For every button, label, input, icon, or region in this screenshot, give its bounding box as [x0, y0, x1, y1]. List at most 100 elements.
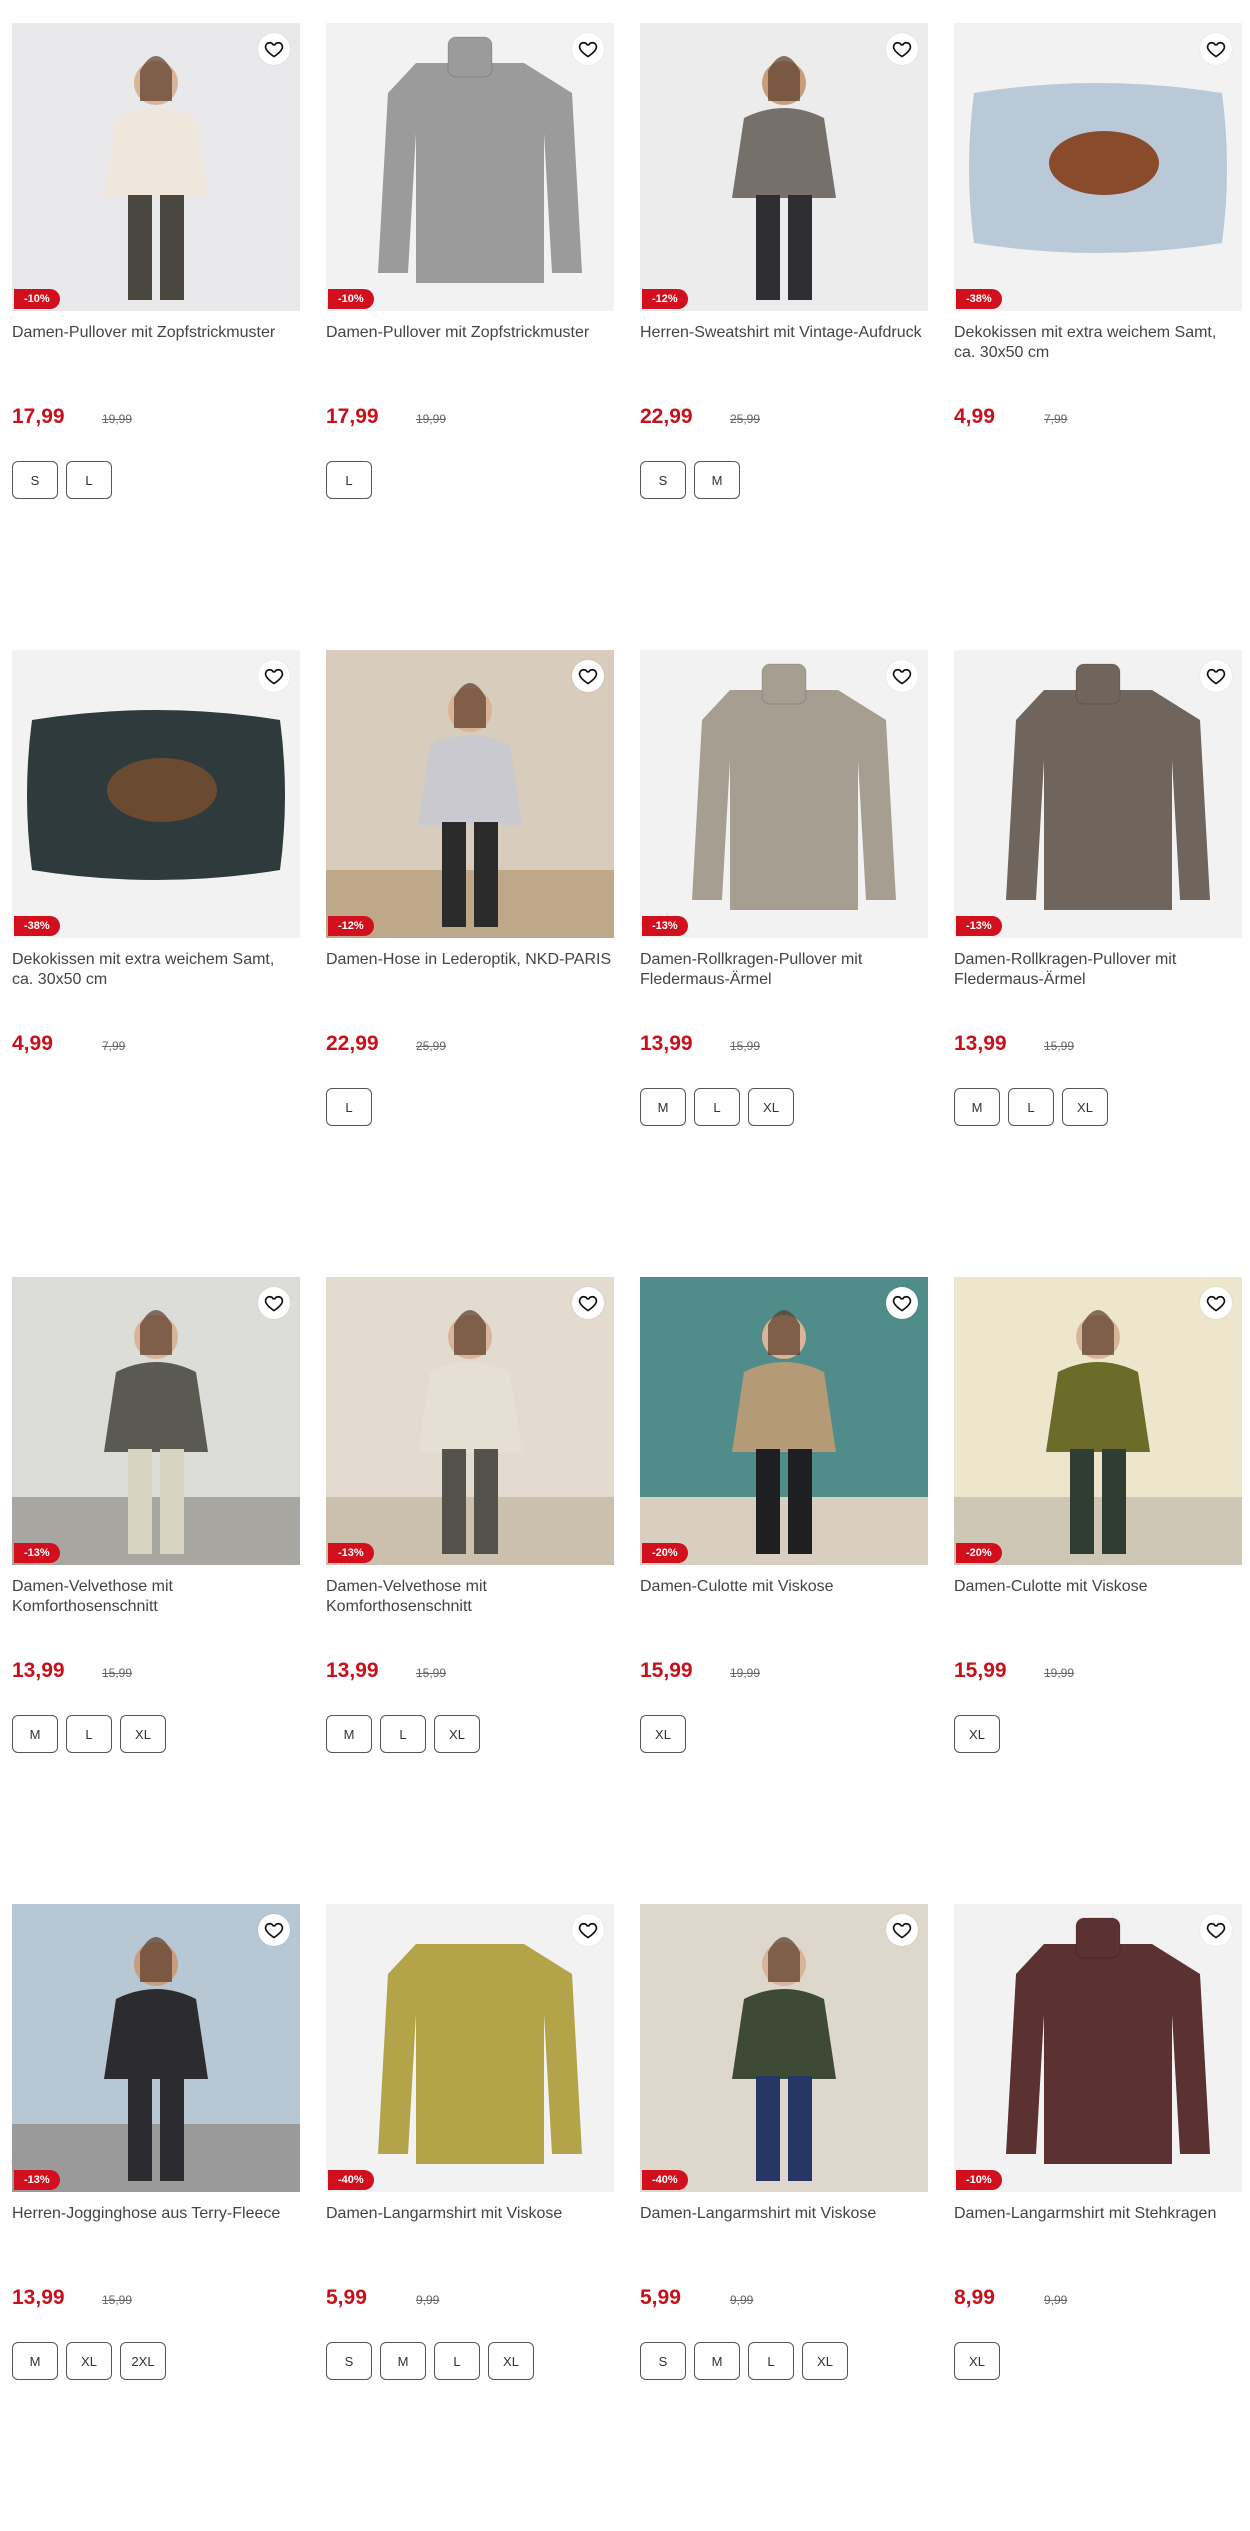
product-title[interactable]: Damen-Velvethose mit Komforthosenschnitt: [12, 1577, 300, 1617]
product-card[interactable]: -40% Damen-Langarmshirt mit Viskose 5,99…: [640, 1904, 928, 2531]
size-option-button[interactable]: XL: [120, 1715, 166, 1753]
wishlist-button[interactable]: [1200, 660, 1232, 692]
wishlist-button[interactable]: [1200, 1287, 1232, 1319]
wishlist-button[interactable]: [886, 1287, 918, 1319]
size-option-button[interactable]: XL: [748, 1088, 794, 1126]
product-image[interactable]: -13%: [954, 650, 1242, 938]
product-image[interactable]: -13%: [12, 1277, 300, 1565]
size-option-button[interactable]: M: [954, 1088, 1000, 1126]
product-title[interactable]: Damen-Culotte mit Viskose: [640, 1577, 928, 1617]
wishlist-button[interactable]: [572, 1914, 604, 1946]
product-image[interactable]: -40%: [326, 1904, 614, 2192]
wishlist-button[interactable]: [572, 660, 604, 692]
product-card[interactable]: -20% Damen-Culotte mit Viskose 15,99 19,…: [640, 1277, 928, 1904]
product-title[interactable]: Damen-Rollkragen-Pullover mit Fledermaus…: [954, 950, 1242, 990]
product-image[interactable]: -10%: [12, 23, 300, 311]
product-photo: [12, 650, 300, 938]
product-image[interactable]: -38%: [12, 650, 300, 938]
size-option-button[interactable]: XL: [954, 1715, 1000, 1753]
wishlist-button[interactable]: [258, 33, 290, 65]
product-title[interactable]: Dekokissen mit extra weichem Samt, ca. 3…: [954, 323, 1242, 363]
size-option-button[interactable]: XL: [488, 2342, 534, 2380]
wishlist-button[interactable]: [1200, 33, 1232, 65]
product-image[interactable]: -10%: [954, 1904, 1242, 2192]
product-title[interactable]: Damen-Pullover mit Zopfstrickmuster: [326, 323, 614, 363]
size-option-button[interactable]: XL: [1062, 1088, 1108, 1126]
size-option-button[interactable]: XL: [66, 2342, 112, 2380]
size-option-button[interactable]: S: [12, 461, 58, 499]
size-option-button[interactable]: M: [694, 2342, 740, 2380]
product-card[interactable]: -13% Damen-Rollkragen-Pullover mit Flede…: [954, 650, 1242, 1277]
size-option-button[interactable]: L: [694, 1088, 740, 1126]
product-card[interactable]: -40% Damen-Langarmshirt mit Viskose 5,99…: [326, 1904, 614, 2531]
wishlist-button[interactable]: [258, 1287, 290, 1319]
size-option-button[interactable]: XL: [802, 2342, 848, 2380]
wishlist-button[interactable]: [886, 1914, 918, 1946]
product-title[interactable]: Damen-Langarmshirt mit Viskose: [640, 2204, 928, 2244]
size-option-button[interactable]: L: [326, 461, 372, 499]
size-option-button[interactable]: XL: [434, 1715, 480, 1753]
product-card[interactable]: -12% Damen-Hose in Lederoptik, NKD-PARIS…: [326, 650, 614, 1277]
size-option-button[interactable]: L: [326, 1088, 372, 1126]
wishlist-button[interactable]: [258, 1914, 290, 1946]
wishlist-button[interactable]: [572, 1287, 604, 1319]
size-option-button[interactable]: L: [66, 1715, 112, 1753]
product-card[interactable]: -38% Dekokissen mit extra weichem Samt, …: [954, 23, 1242, 650]
product-card[interactable]: -10% Damen-Langarmshirt mit Stehkragen 8…: [954, 1904, 1242, 2531]
size-option-button[interactable]: M: [326, 1715, 372, 1753]
product-title[interactable]: Damen-Langarmshirt mit Viskose: [326, 2204, 614, 2244]
size-option-button[interactable]: L: [66, 461, 112, 499]
original-price: 25,99: [730, 412, 761, 426]
size-option-button[interactable]: L: [748, 2342, 794, 2380]
product-image[interactable]: -20%: [954, 1277, 1242, 1565]
product-photo: [326, 650, 614, 938]
product-card[interactable]: -10% Damen-Pullover mit Zopfstrickmuster…: [326, 23, 614, 650]
wishlist-button[interactable]: [886, 33, 918, 65]
product-image[interactable]: -13%: [640, 650, 928, 938]
product-title[interactable]: Damen-Pullover mit Zopfstrickmuster: [12, 323, 300, 363]
product-image[interactable]: -38%: [954, 23, 1242, 311]
product-title[interactable]: Damen-Hose in Lederoptik, NKD-PARIS: [326, 950, 614, 990]
product-card[interactable]: -20% Damen-Culotte mit Viskose 15,99 19,…: [954, 1277, 1242, 1904]
product-card[interactable]: -12% Herren-Sweatshirt mit Vintage-Aufdr…: [640, 23, 928, 650]
size-option-button[interactable]: S: [640, 2342, 686, 2380]
product-image[interactable]: -12%: [326, 650, 614, 938]
product-image[interactable]: -10%: [326, 23, 614, 311]
size-option-button[interactable]: M: [380, 2342, 426, 2380]
product-title[interactable]: Damen-Velvethose mit Komforthosenschnitt: [326, 1577, 614, 1617]
size-option-button[interactable]: M: [12, 1715, 58, 1753]
size-option-button[interactable]: M: [12, 2342, 58, 2380]
product-card[interactable]: -13% Damen-Velvethose mit Komforthosensc…: [326, 1277, 614, 1904]
product-title[interactable]: Damen-Culotte mit Viskose: [954, 1577, 1242, 1617]
product-image[interactable]: -40%: [640, 1904, 928, 2192]
product-image[interactable]: -12%: [640, 23, 928, 311]
product-title[interactable]: Herren-Sweatshirt mit Vintage-Aufdruck: [640, 323, 928, 363]
size-option-button[interactable]: 2XL: [120, 2342, 166, 2380]
product-title[interactable]: Herren-Jogginghose aus Terry-Fleece: [12, 2204, 300, 2244]
size-option-button[interactable]: XL: [954, 2342, 1000, 2380]
product-card[interactable]: -13% Damen-Rollkragen-Pullover mit Flede…: [640, 650, 928, 1277]
heart-icon: [1206, 41, 1226, 58]
wishlist-button[interactable]: [886, 660, 918, 692]
size-option-button[interactable]: L: [434, 2342, 480, 2380]
product-image[interactable]: -20%: [640, 1277, 928, 1565]
product-card[interactable]: -38% Dekokissen mit extra weichem Samt, …: [12, 650, 300, 1277]
size-option-button[interactable]: L: [380, 1715, 426, 1753]
product-title[interactable]: Damen-Rollkragen-Pullover mit Fledermaus…: [640, 950, 928, 990]
product-image[interactable]: -13%: [326, 1277, 614, 1565]
size-option-button[interactable]: M: [640, 1088, 686, 1126]
product-title[interactable]: Dekokissen mit extra weichem Samt, ca. 3…: [12, 950, 300, 990]
size-option-button[interactable]: S: [326, 2342, 372, 2380]
wishlist-button[interactable]: [1200, 1914, 1232, 1946]
product-card[interactable]: -13% Herren-Jogginghose aus Terry-Fleece…: [12, 1904, 300, 2531]
product-card[interactable]: -10% Damen-Pullover mit Zopfstrickmuster…: [12, 23, 300, 650]
product-image[interactable]: -13%: [12, 1904, 300, 2192]
product-card[interactable]: -13% Damen-Velvethose mit Komforthosensc…: [12, 1277, 300, 1904]
wishlist-button[interactable]: [258, 660, 290, 692]
size-option-button[interactable]: L: [1008, 1088, 1054, 1126]
product-title[interactable]: Damen-Langarmshirt mit Stehkragen: [954, 2204, 1242, 2244]
size-option-button[interactable]: XL: [640, 1715, 686, 1753]
wishlist-button[interactable]: [572, 33, 604, 65]
size-option-button[interactable]: M: [694, 461, 740, 499]
size-option-button[interactable]: S: [640, 461, 686, 499]
